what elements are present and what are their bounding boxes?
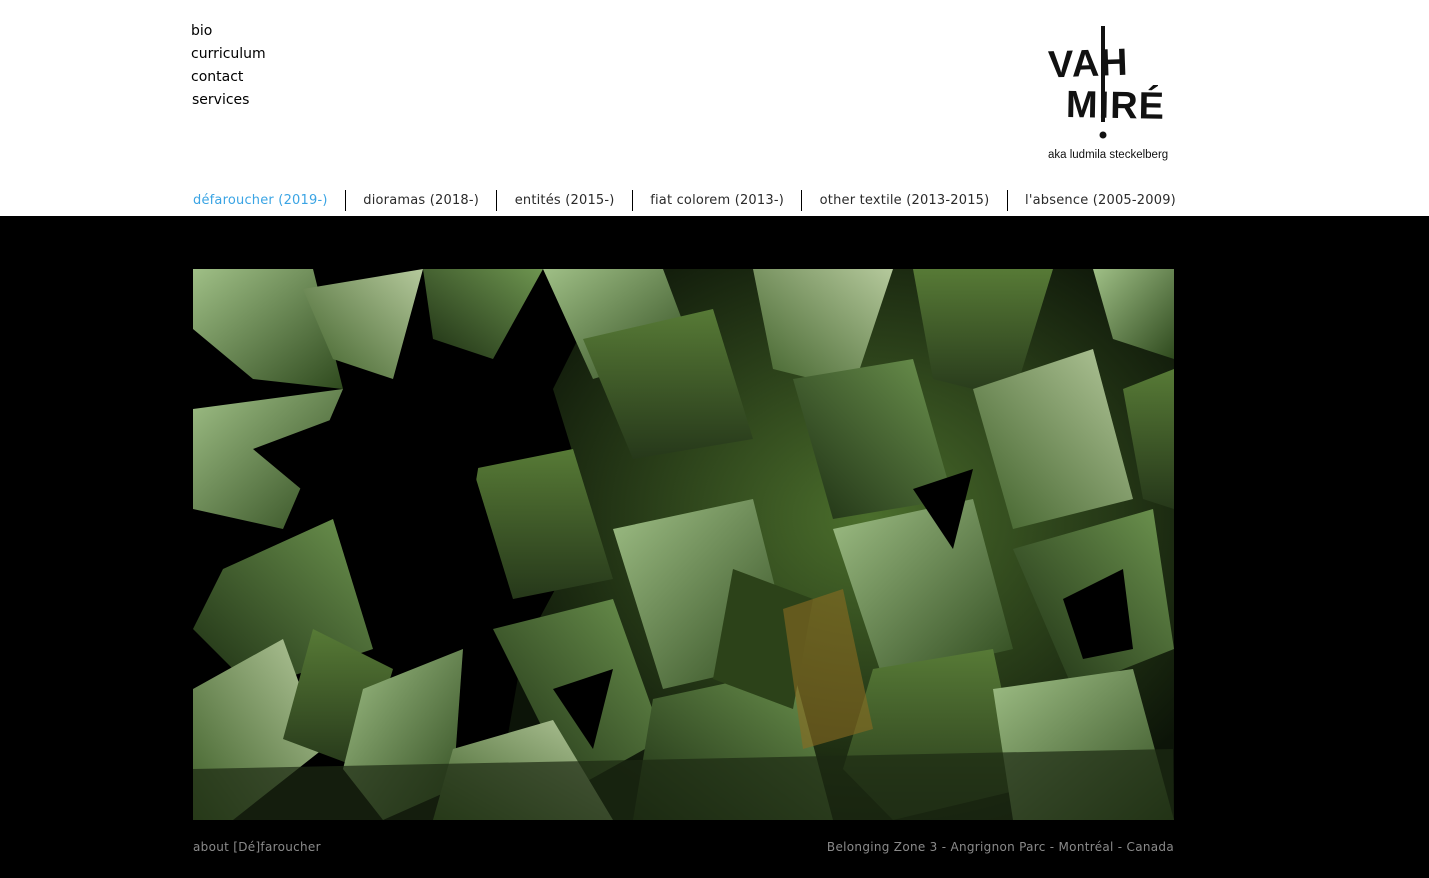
nav-labsence[interactable]: l'absence (2005-2009) xyxy=(1025,193,1176,208)
nav-fiat-colorem[interactable]: fiat colorem (2013-) xyxy=(650,193,784,208)
nav-divider xyxy=(344,189,346,211)
gallery-stage: about [Dé]faroucher Belonging Zone 3 - A… xyxy=(0,216,1429,878)
logo-tagline: aka ludmila steckelberg xyxy=(1048,149,1168,161)
nav-dioramas[interactable]: dioramas (2018-) xyxy=(363,193,479,208)
gallery-nav: défaroucher (2019-) dioramas (2018-) ent… xyxy=(193,188,1176,212)
side-menu: bio curriculum contact services xyxy=(191,20,266,112)
logo-line1: VAH xyxy=(1047,42,1129,87)
side-menu-services[interactable]: services xyxy=(192,89,266,112)
side-menu-contact[interactable]: contact xyxy=(191,66,266,89)
nav-divider xyxy=(1006,189,1008,211)
artwork-fragments xyxy=(193,269,1174,820)
about-defaroucher-link[interactable]: about [Dé]faroucher xyxy=(193,840,321,854)
nav-defaroucher[interactable]: défaroucher (2019-) xyxy=(193,193,328,208)
logo-line2: MIRÉ xyxy=(1066,82,1166,128)
nav-divider xyxy=(801,189,803,211)
nav-divider xyxy=(631,189,633,211)
artwork-image[interactable] xyxy=(193,269,1174,820)
nav-other-textile[interactable]: other textile (2013-2015) xyxy=(820,193,990,208)
nav-divider xyxy=(496,189,498,211)
site-logo[interactable]: VAH MIRÉ aka ludmila steckelberg xyxy=(1040,20,1180,165)
logo-mark: VAH MIRÉ aka ludmila steckelberg xyxy=(1047,26,1168,161)
side-menu-curriculum[interactable]: curriculum xyxy=(191,43,266,66)
nav-entites[interactable]: entités (2015-) xyxy=(515,193,615,208)
image-caption: Belonging Zone 3 - Angrignon Parc - Mont… xyxy=(826,840,1174,854)
side-menu-bio[interactable]: bio xyxy=(191,20,266,43)
